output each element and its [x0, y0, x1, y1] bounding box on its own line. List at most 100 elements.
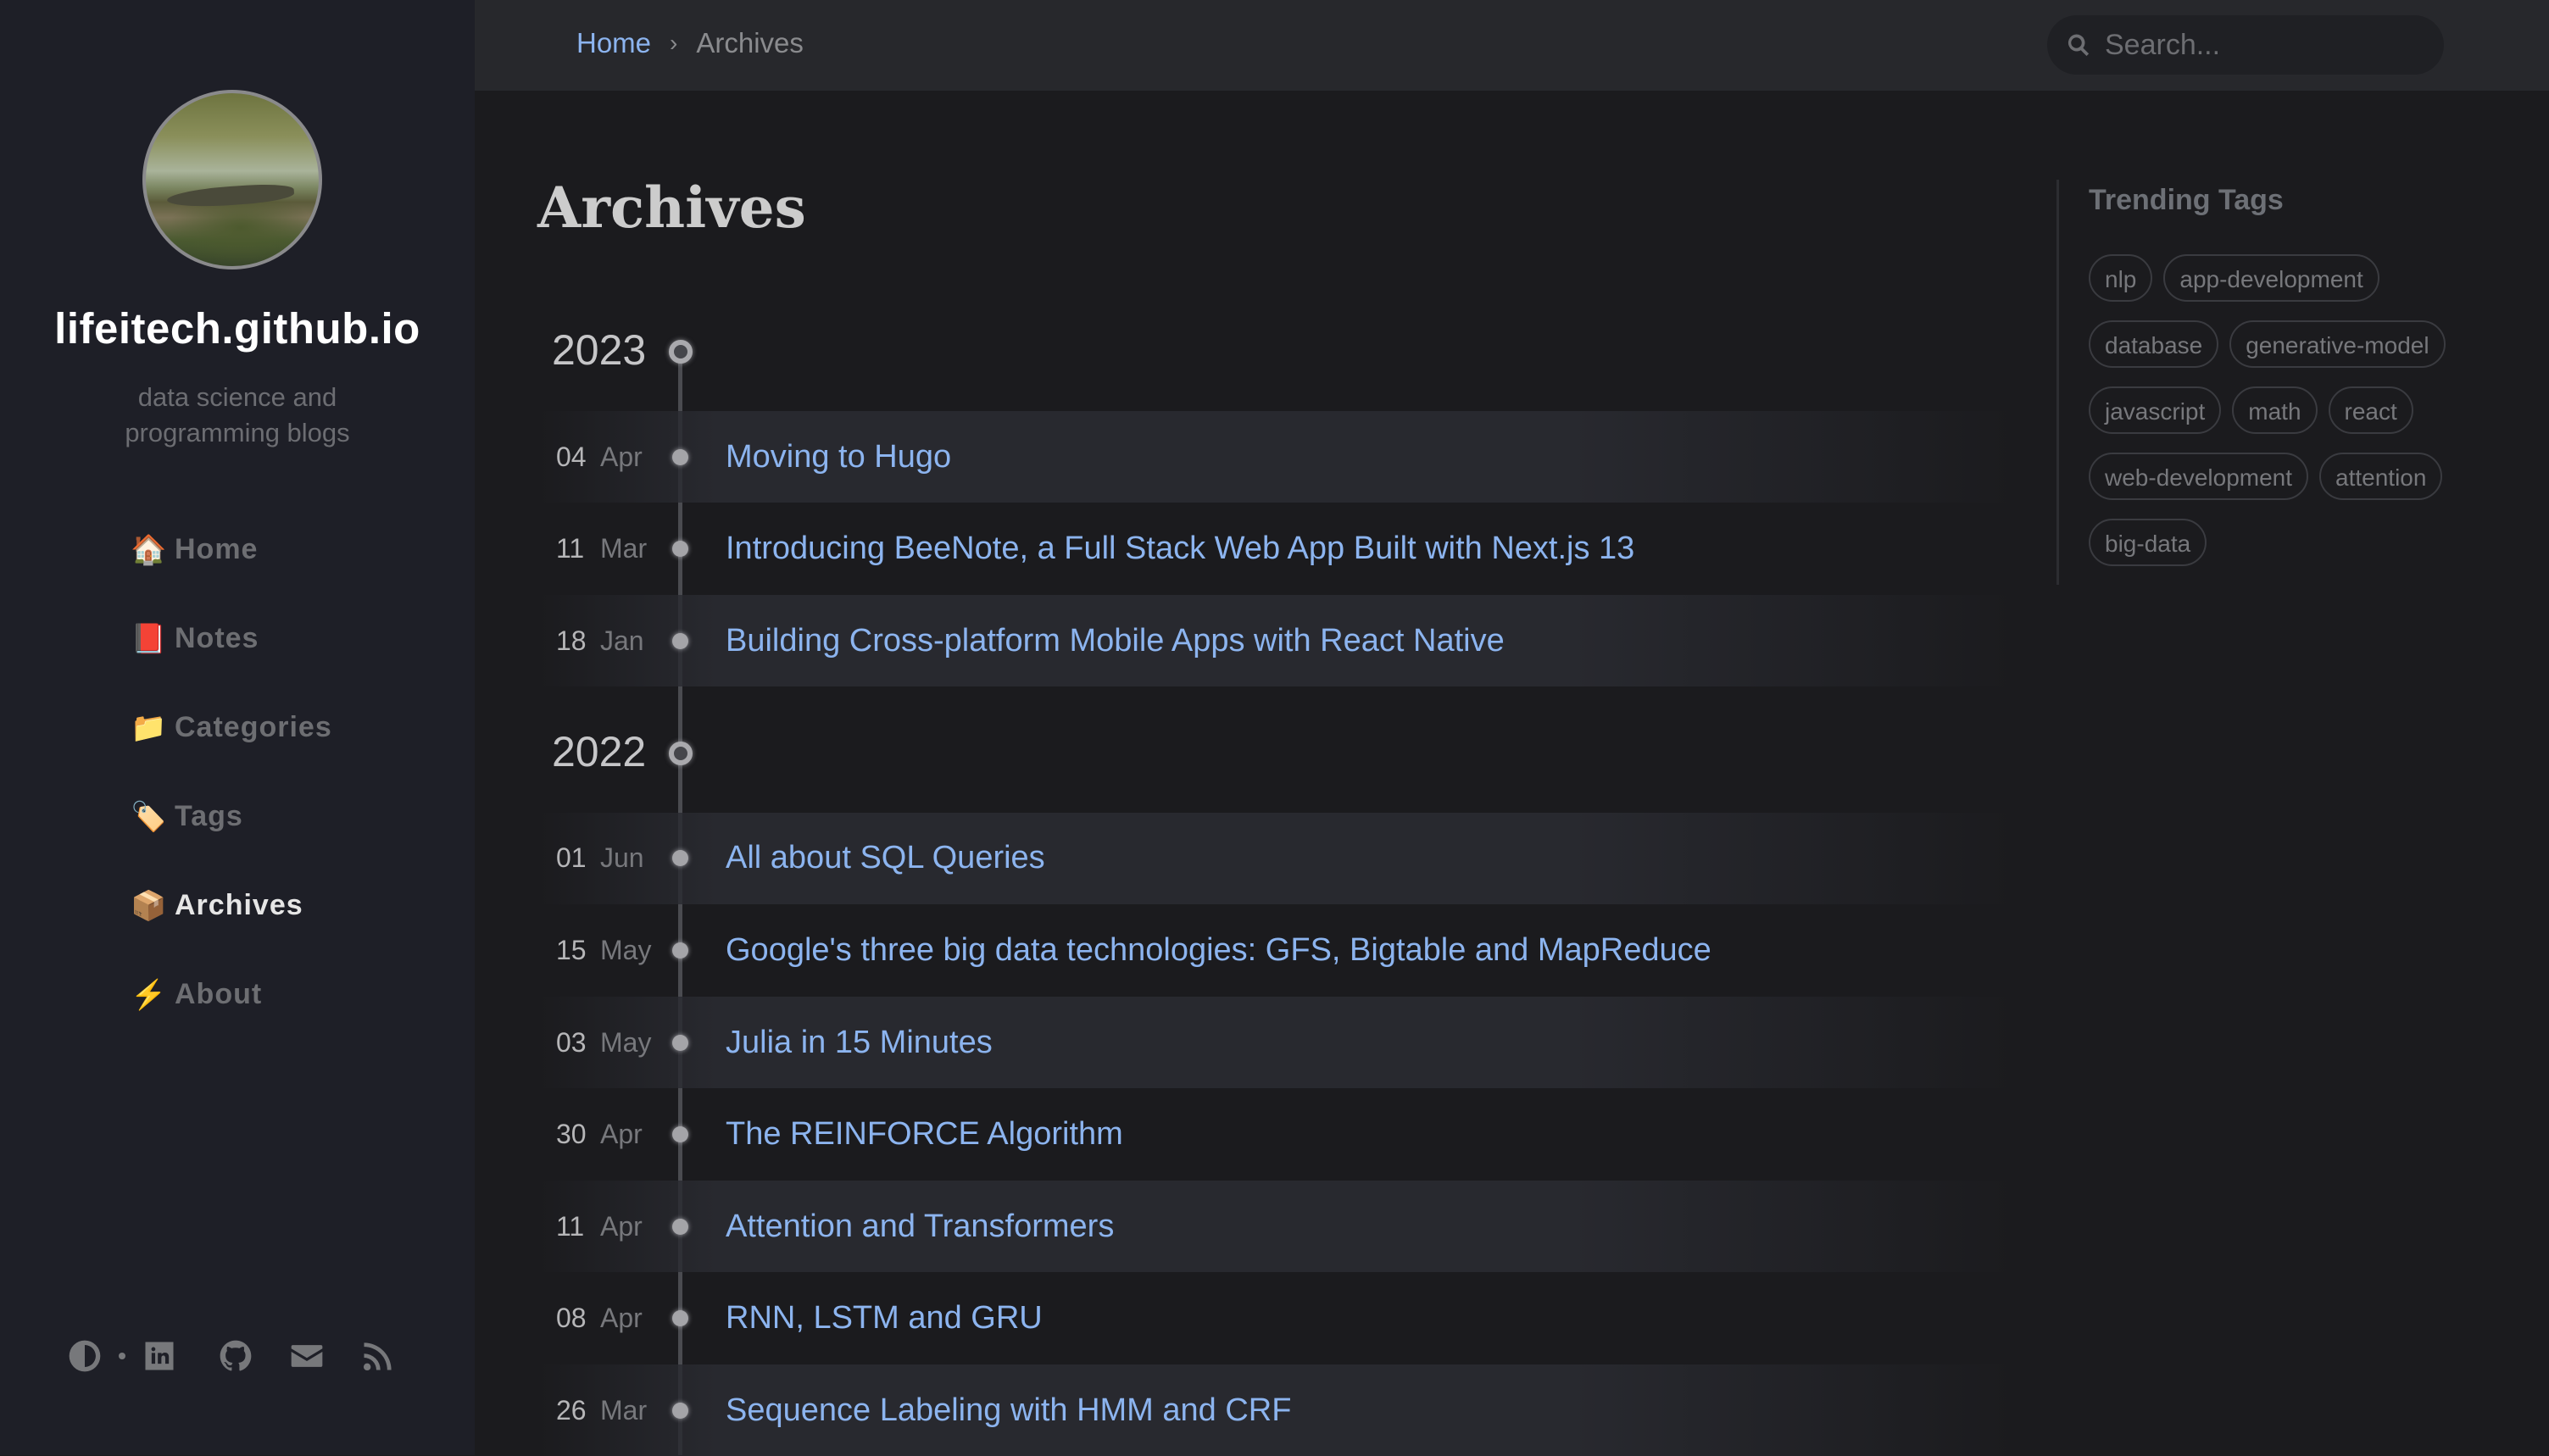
- post-day: 01: [556, 842, 587, 874]
- post-title-link[interactable]: Building Cross-platform Mobile Apps with…: [726, 623, 1505, 659]
- sidebar-item-label: Tags: [175, 800, 243, 832]
- search-box[interactable]: [2047, 15, 2444, 75]
- year-marker: [669, 741, 693, 765]
- year-heading: 2023: [552, 326, 647, 374]
- post-day: 11: [556, 1210, 585, 1242]
- lightning-icon: ⚡: [131, 978, 168, 1011]
- trending-tags-panel: Trending Tags nlp app-development databa…: [2056, 180, 2500, 585]
- breadcrumb-separator: ›: [670, 30, 678, 56]
- post-title-link[interactable]: Julia in 15 Minutes: [726, 1025, 993, 1061]
- post-title-link[interactable]: RNN, LSTM and GRU: [726, 1300, 1043, 1337]
- email-icon[interactable]: [288, 1337, 326, 1375]
- post-title-link[interactable]: Attention and Transformers: [726, 1209, 1114, 1245]
- breadcrumb: Home › Archives: [576, 27, 804, 59]
- archive-post-row: 26 Mar Sequence Labeling with HMM and CRF: [539, 1364, 2014, 1456]
- tag-chip[interactable]: generative-model: [2229, 320, 2446, 368]
- avatar-image-subject: [166, 181, 295, 210]
- post-day: 03: [556, 1026, 587, 1058]
- sidebar-item-about[interactable]: ⚡ About: [131, 950, 332, 1039]
- breadcrumb-current: Archives: [696, 27, 804, 58]
- post-title-link[interactable]: Google's three big data technologies: GF…: [726, 932, 1711, 969]
- breadcrumb-home-link[interactable]: Home: [576, 27, 651, 59]
- post-month: Mar: [600, 533, 648, 564]
- tag-chip[interactable]: app-development: [2163, 254, 2379, 302]
- sidebar-item-notes[interactable]: 📕 Notes: [131, 594, 332, 683]
- timeline-dot: [672, 850, 688, 867]
- tag-icon: 🏷️: [131, 800, 168, 833]
- sidebar-item-categories[interactable]: 📁 Categories: [131, 683, 332, 772]
- archive-post-row: 04 Apr Moving to Hugo: [539, 411, 2014, 503]
- rss-icon[interactable]: [359, 1337, 397, 1375]
- tag-chip[interactable]: javascript: [2089, 386, 2222, 434]
- separator-dot: [119, 1353, 125, 1359]
- post-title-link[interactable]: Sequence Labeling with HMM and CRF: [726, 1392, 1291, 1429]
- archive-post-row: 08 Apr RNN, LSTM and GRU: [539, 1273, 2014, 1364]
- site-title[interactable]: lifeitech.github.io: [0, 303, 475, 353]
- search-icon: [2068, 34, 2090, 56]
- site-subtitle: data science and programming blogs: [0, 380, 475, 451]
- site-subtitle-line: data science and: [137, 382, 337, 412]
- sidebar-item-label: Categories: [175, 711, 332, 743]
- linkedin-icon[interactable]: [141, 1337, 178, 1375]
- post-title-link[interactable]: The REINFORCE Algorithm: [726, 1116, 1123, 1153]
- post-month: Apr: [600, 441, 643, 472]
- timeline-dot: [672, 632, 688, 649]
- avatar[interactable]: [142, 90, 322, 270]
- sidebar-item-home[interactable]: 🏠 Home: [131, 505, 332, 594]
- post-day: 26: [556, 1394, 587, 1425]
- social-links: [66, 1337, 397, 1375]
- sidebar: lifeitech.github.io data science and pro…: [0, 0, 475, 1455]
- package-icon: 📦: [131, 889, 168, 922]
- tag-chip[interactable]: web-development: [2089, 453, 2309, 500]
- tag-chip[interactable]: nlp: [2089, 254, 2153, 302]
- post-day: 30: [556, 1119, 587, 1150]
- timeline-dot: [672, 541, 688, 558]
- post-day: 18: [556, 625, 587, 656]
- archive-post-row: 15 May Google's three big data technologie…: [539, 904, 2014, 996]
- archive-post-row: 03 May Julia in 15 Minutes: [539, 997, 2014, 1088]
- sidebar-item-tags[interactable]: 🏷️ Tags: [131, 772, 332, 861]
- post-month: Jun: [600, 842, 644, 874]
- timeline-dot: [672, 1402, 688, 1419]
- tag-chip[interactable]: database: [2089, 320, 2219, 368]
- archive-post-row: 01 Jun All about SQL Queries: [539, 812, 2014, 904]
- post-month: Apr: [600, 1303, 643, 1334]
- folder-icon: 📁: [131, 711, 168, 744]
- post-month: Apr: [600, 1119, 643, 1150]
- sidebar-item-archives[interactable]: 📦 Archives: [131, 861, 332, 950]
- site-subtitle-line: programming blogs: [125, 418, 350, 447]
- sidebar-item-label: About: [175, 978, 263, 1010]
- timeline-dot: [672, 1218, 688, 1235]
- timeline-dot: [672, 448, 688, 465]
- archive-post-row: 11 Apr Attention and Transformers: [539, 1181, 2014, 1273]
- timeline-dot: [672, 942, 688, 959]
- post-month: May: [600, 1026, 652, 1058]
- post-month: Mar: [600, 1394, 648, 1425]
- tag-chip[interactable]: big-data: [2089, 519, 2207, 566]
- sidebar-item-label: Home: [175, 533, 259, 565]
- post-month: Jan: [600, 625, 644, 656]
- archive-post-row: 18 Jan Building Cross-platform Mobile Apps…: [539, 595, 2014, 687]
- post-day: 08: [556, 1303, 587, 1334]
- post-title-link[interactable]: All about SQL Queries: [726, 840, 1045, 876]
- post-month: May: [600, 934, 652, 965]
- house-icon: 🏠: [131, 533, 168, 566]
- archive-post-row: 30 Apr The REINFORCE Algorithm: [539, 1089, 2014, 1181]
- sidebar-item-label: Archives: [175, 889, 303, 921]
- timeline-dot: [672, 1034, 688, 1051]
- trending-tags-heading: Trending Tags: [2089, 184, 2284, 216]
- post-title-link[interactable]: Moving to Hugo: [726, 439, 951, 475]
- theme-toggle-icon[interactable]: [66, 1337, 103, 1375]
- tag-chip[interactable]: react: [2328, 386, 2413, 434]
- github-icon[interactable]: [217, 1337, 254, 1375]
- post-title-link[interactable]: Introducing BeeNote, a Full Stack Web Ap…: [726, 531, 1634, 567]
- post-day: 15: [556, 934, 587, 965]
- archive-post-row: 11 Mar Introducing BeeNote, a Full Stack W…: [539, 503, 2014, 595]
- tag-chip[interactable]: attention: [2319, 453, 2443, 500]
- post-month: Apr: [600, 1210, 643, 1242]
- search-input[interactable]: [2103, 27, 2429, 63]
- tag-list: nlp app-development database generative-…: [2089, 254, 2496, 585]
- timeline-dot: [672, 1310, 688, 1327]
- tag-chip[interactable]: math: [2232, 386, 2318, 434]
- sidebar-item-label: Notes: [175, 622, 259, 654]
